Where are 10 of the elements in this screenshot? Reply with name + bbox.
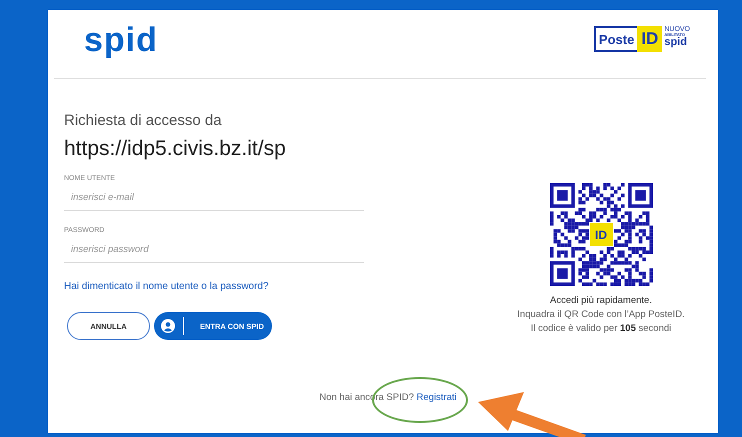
request-url: https://idp5.civis.bz.it/sp: [64, 137, 287, 161]
posteid-badge: ID: [590, 223, 612, 246]
forgot-credentials-link[interactable]: Hai dimenticato il nome utente o la password?: [64, 281, 364, 292]
request-title: Richiesta di accesso da: [64, 112, 223, 129]
spid-logo: spid: [84, 20, 158, 60]
qr-title: Accedi più rapidamente.: [550, 295, 652, 306]
qr-instruction: Inquadra il QR Code con l’App PosteID.: [517, 309, 685, 320]
qr-validity: Il codice è valido per 105 secondi: [530, 323, 672, 334]
register-link[interactable]: Registrati: [416, 392, 457, 403]
user-icon: [161, 319, 175, 333]
